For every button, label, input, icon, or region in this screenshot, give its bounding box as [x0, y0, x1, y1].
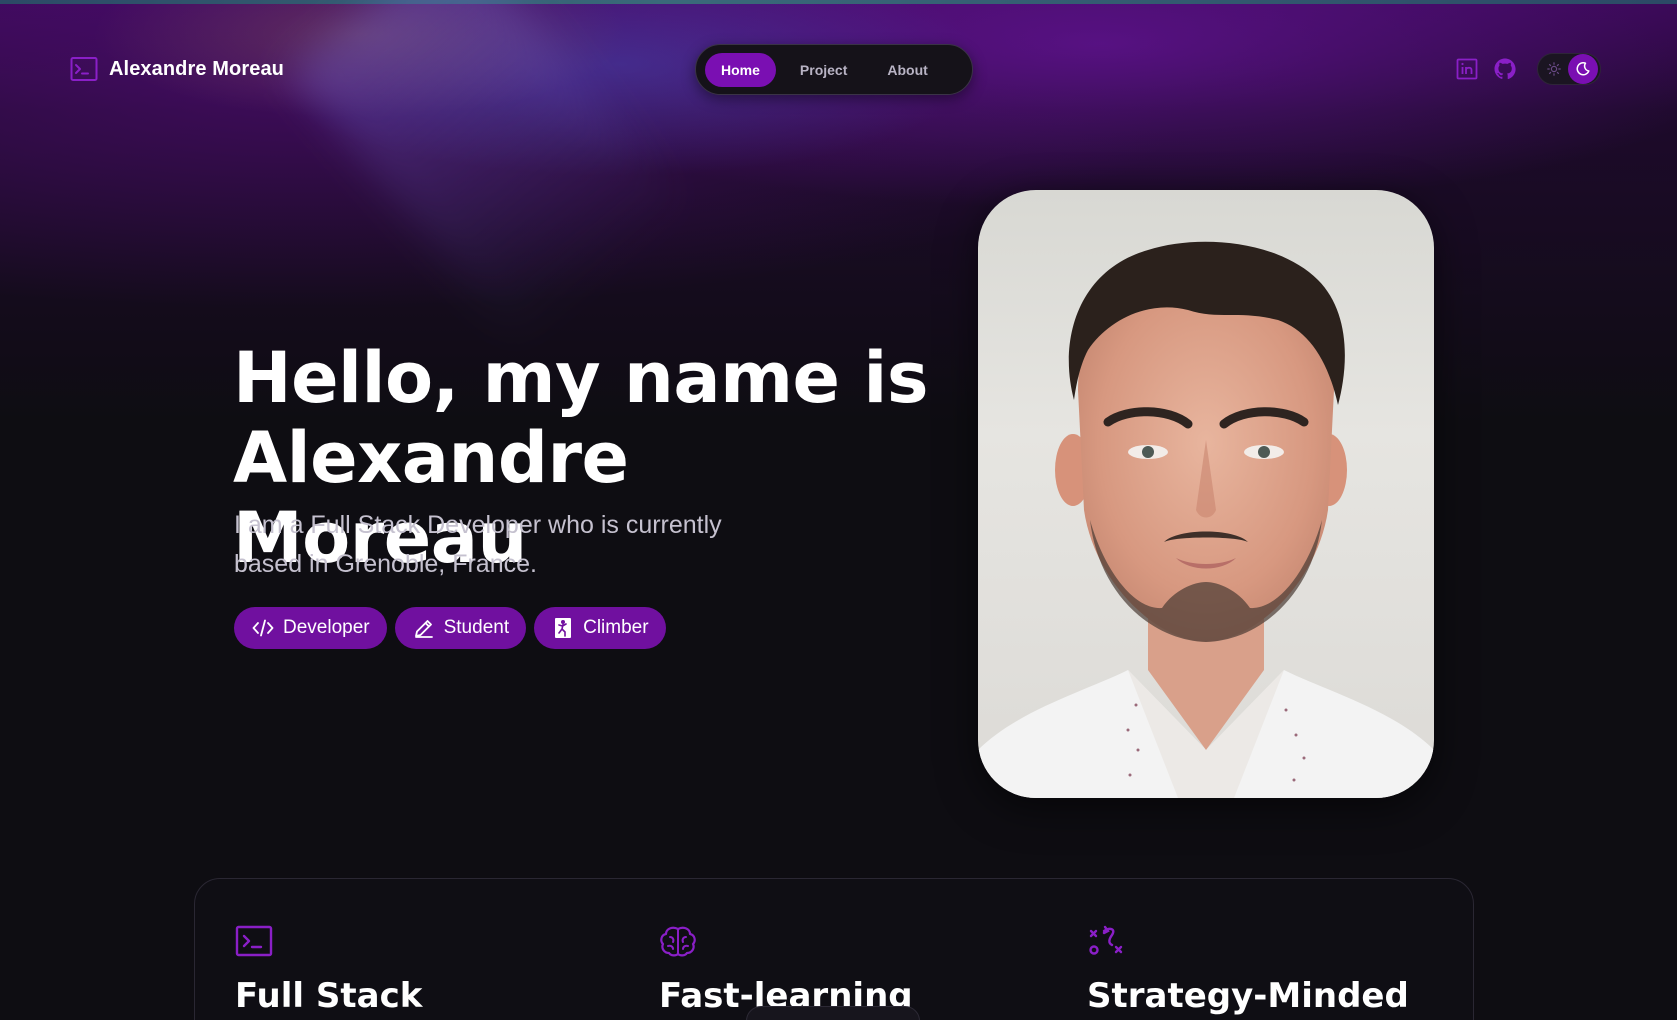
- moon-icon: [1568, 54, 1598, 84]
- tag-developer[interactable]: Developer: [234, 607, 387, 649]
- tag-label: Developer: [283, 617, 370, 638]
- hero-subtitle-line1: I am a Full Stack Developer who is curre…: [234, 511, 722, 539]
- profile-photo: [978, 190, 1434, 798]
- features-card: Full Stack Fast-learning Strategy-Minded: [194, 878, 1474, 1020]
- code-icon: [252, 619, 274, 637]
- terminal-icon: [70, 57, 98, 81]
- hero-title-line1: Hello, my name is: [233, 337, 929, 419]
- tag-student[interactable]: Student: [394, 607, 527, 649]
- strategy-icon: [1089, 925, 1123, 955]
- feature-title: Strategy-Minded: [1087, 976, 1409, 1016]
- nav-item-project[interactable]: Project: [784, 53, 863, 87]
- brand-logo[interactable]: Alexandre Moreau: [70, 56, 284, 82]
- hero-subtitle-line2: based in Grenoble, France.: [234, 550, 537, 578]
- floating-pill[interactable]: [746, 1006, 920, 1020]
- brand-name: Alexandre Moreau: [109, 57, 284, 80]
- feature-fast-learning: Fast-learning: [619, 923, 913, 1016]
- nav-item-home[interactable]: Home: [705, 52, 776, 87]
- hero-subtitle: I am a Full Stack Developer who is curre…: [234, 506, 794, 584]
- feature-strategy-minded: Strategy-Minded: [1047, 923, 1409, 1016]
- tag-label: Climber: [583, 617, 649, 638]
- tag-label: Student: [443, 617, 510, 638]
- nav-item-about[interactable]: About: [871, 53, 943, 87]
- linkedin-link[interactable]: [1454, 56, 1480, 82]
- github-icon: [1494, 58, 1516, 80]
- main-nav: Home Project About: [695, 44, 973, 95]
- feature-title: Full Stack: [235, 976, 423, 1016]
- tag-climber[interactable]: Climber: [534, 607, 666, 649]
- brain-icon: [660, 926, 696, 957]
- github-link[interactable]: [1492, 56, 1518, 82]
- terminal-icon: [235, 925, 273, 957]
- pencil-icon: [414, 620, 433, 638]
- theme-toggle[interactable]: [1537, 53, 1601, 85]
- light-streak: [290, 0, 690, 349]
- feature-full-stack: Full Stack: [195, 923, 422, 1016]
- climber-icon: [555, 618, 572, 638]
- linkedin-icon: [1456, 58, 1478, 80]
- tag-list: Developer Student Climber: [234, 607, 666, 649]
- top-accent-line: [0, 0, 1677, 4]
- sun-icon: [1540, 55, 1568, 83]
